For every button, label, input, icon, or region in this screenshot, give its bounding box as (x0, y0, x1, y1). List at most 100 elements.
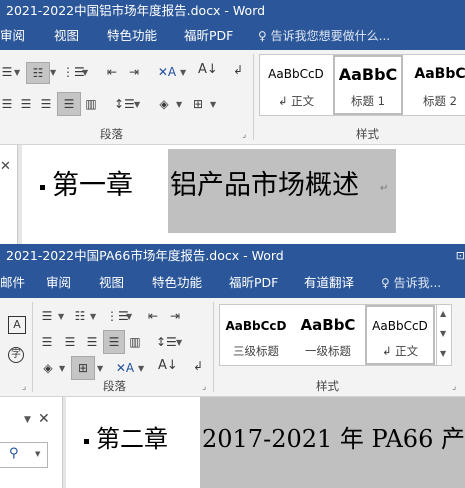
document-page[interactable]: 第一章 铝产品市场概述 ↵ (22, 145, 465, 244)
bullets-icon[interactable]: ☰ (39, 308, 55, 324)
align-right-icon[interactable]: ☰ (84, 334, 100, 350)
navigation-pane: ✕ (0, 145, 18, 244)
tab-youdao-translate[interactable]: 有道翻译 (304, 268, 354, 296)
style-normal[interactable]: AaBbCcD ↲ 正文 (260, 55, 332, 115)
style-level-3[interactable]: AaBbCcD 三级标题 (220, 305, 292, 365)
ribbon-tabs: 审阅 视图 特色功能 福昕PDF ♀ 告诉我您想要做什么... (0, 22, 465, 50)
chevron-down-icon[interactable]: ▼ (82, 68, 88, 77)
tab-view[interactable]: 视图 (54, 22, 79, 50)
style-normal[interactable]: AaBbCcD ↲ 正文 (365, 305, 435, 365)
show-marks-icon[interactable]: ↲ (190, 358, 206, 374)
tab-mailings[interactable]: 邮件 (0, 268, 25, 296)
ribbon-display-icon[interactable]: ⊡ (456, 244, 465, 268)
styles-gallery: AaBbCcD ↲ 正文 AaBbC 标题 1 AaBbC 标题 2 (259, 54, 465, 116)
tab-review[interactable]: 审阅 (46, 268, 71, 296)
chevron-down-icon[interactable]: ▼ (126, 312, 132, 321)
line-spacing-icon[interactable]: ↕☰ (114, 96, 135, 112)
paragraph-mark-icon: ↵ (380, 183, 389, 194)
chinese-layout-icon[interactable]: ✕A (156, 64, 178, 80)
search-icon[interactable]: ⚲ (9, 446, 19, 461)
chevron-down-icon[interactable]: ▼ (176, 100, 182, 109)
sort-icon[interactable]: A↓ (198, 62, 218, 78)
char-border-icon[interactable]: A (8, 316, 26, 334)
sort-icon[interactable]: A↓ (158, 358, 178, 374)
shading-icon[interactable]: ◈ (155, 96, 173, 112)
chevron-down-icon[interactable]: ▼ (90, 312, 96, 321)
distributed-icon[interactable]: ▥ (83, 96, 99, 112)
chevron-down-icon[interactable]: ▼ (35, 450, 40, 458)
heading-title: 铝产品市场概述 (170, 170, 359, 201)
chevron-down-icon[interactable]: ▼ (138, 364, 144, 373)
document-page[interactable]: 第二章 2017-2021 年 PA66 产 (66, 397, 465, 488)
title-bar: 2021-2022中国铝市场年度报告.docx - Word (0, 0, 465, 22)
numbering-icon[interactable]: ☷ (72, 308, 88, 324)
dialog-launcher-icon[interactable]: ⌟ (22, 382, 26, 392)
shading-icon[interactable]: ◈ (40, 360, 56, 376)
align-left-icon[interactable]: ☰ (0, 96, 14, 112)
ribbon: ☰ ▼ ☷ ▼ ⋮☰ ▼ ⇤ ⇥ ✕A ▼ A↓ ↲ ☰ ☰ ☰ ☰ ▥ ↕☰ … (0, 50, 465, 145)
close-icon[interactable]: ✕ (38, 411, 50, 427)
decrease-indent-icon[interactable]: ⇤ (103, 64, 121, 80)
enclose-char-icon[interactable]: 字 (8, 347, 24, 363)
align-center-icon[interactable]: ☰ (62, 334, 78, 350)
chevron-down-icon[interactable]: ▼ (180, 68, 186, 77)
increase-indent-icon[interactable]: ⇥ (125, 64, 143, 80)
tab-foxit-pdf[interactable]: 福昕PDF (184, 22, 233, 50)
chevron-up-icon[interactable]: ▲ (440, 309, 446, 318)
dialog-launcher-icon[interactable]: ⌟ (452, 382, 456, 392)
tab-review[interactable]: 审阅 (0, 22, 25, 50)
style-preview: AaBbCcD (372, 319, 428, 333)
bullets-icon[interactable]: ☰ (0, 64, 14, 80)
increase-indent-icon[interactable]: ⇥ (166, 308, 184, 324)
align-right-icon[interactable]: ☰ (38, 96, 54, 112)
justify-icon[interactable]: ☰ (57, 92, 81, 116)
style-heading-2[interactable]: AaBbC 标题 2 (404, 55, 465, 115)
close-icon[interactable]: ✕ (0, 159, 11, 174)
align-left-icon[interactable]: ☰ (39, 334, 55, 350)
title-bar: 2021-2022中国PA66市场年度报告.docx - Word ⊡ (0, 244, 465, 268)
justify-icon[interactable]: ☰ (103, 330, 125, 354)
tell-me-box[interactable]: ♀ 告诉我... (381, 268, 441, 296)
style-heading-1[interactable]: AaBbC 标题 1 (333, 55, 403, 115)
style-name: ↲ 正文 (367, 343, 433, 359)
nav-search-input[interactable]: ⚲ ▼ (0, 442, 48, 468)
tab-view[interactable]: 视图 (99, 268, 124, 296)
decrease-indent-icon[interactable]: ⇤ (144, 308, 162, 324)
align-center-icon[interactable]: ☰ (18, 96, 34, 112)
dialog-launcher-icon[interactable]: ⌟ (242, 130, 246, 140)
more-styles-icon[interactable]: ▼ (440, 349, 446, 358)
ribbon-tabs: 邮件 审阅 视图 特色功能 福昕PDF 有道翻译 ♀ 告诉我... (0, 268, 465, 298)
chevron-down-icon[interactable]: ▼ (59, 364, 65, 373)
chevron-down-icon[interactable]: ▼ (97, 364, 103, 373)
show-marks-icon[interactable]: ↲ (230, 62, 246, 78)
pane-options-icon[interactable]: ▼ (24, 415, 31, 425)
ribbon: A 字 ⌟ ☰ ▼ ☷ ▼ ⋮☰ ▼ ⇤ ⇥ ☰ ☰ ☰ ☰ ▥ ↕☰ ▼ ◈ … (0, 298, 465, 397)
line-spacing-icon[interactable]: ↕☰ (156, 334, 177, 350)
chinese-layout-icon[interactable]: ✕A (114, 360, 136, 376)
multilevel-list-icon[interactable]: ⋮☰ (62, 64, 85, 80)
chevron-down-icon[interactable]: ▼ (134, 100, 140, 109)
style-level-1[interactable]: AaBbC 一级标题 (292, 305, 364, 365)
heading-prefix: 第一章 (52, 170, 133, 201)
borders-icon[interactable]: ⊞ (190, 96, 206, 112)
tab-features[interactable]: 特色功能 (152, 268, 202, 296)
numbering-icon[interactable]: ☷ (26, 62, 50, 84)
navigation-pane: ▼ ✕ ⚲ ▼ (0, 397, 63, 488)
multilevel-list-icon[interactable]: ⋮☰ (106, 308, 129, 324)
borders-icon[interactable]: ⊞ (71, 356, 95, 380)
dialog-launcher-icon[interactable]: ⌟ (202, 382, 206, 392)
distributed-icon[interactable]: ▥ (127, 334, 143, 350)
chevron-down-icon[interactable]: ▼ (440, 329, 446, 338)
chevron-down-icon[interactable]: ▼ (176, 338, 182, 347)
chevron-down-icon[interactable]: ▼ (210, 100, 216, 109)
tell-me-box[interactable]: ♀ 告诉我您想要做什么... (258, 22, 390, 50)
heading-prefix: 第二章 (96, 425, 168, 453)
group-styles-label: 样式 (356, 127, 379, 141)
tab-features[interactable]: 特色功能 (107, 22, 157, 50)
chevron-down-icon[interactable]: ▼ (58, 312, 64, 321)
heading-title: 2017-2021 年 PA66 产 (202, 425, 465, 453)
chevron-down-icon[interactable]: ▼ (50, 68, 56, 77)
chevron-down-icon[interactable]: ▼ (14, 68, 20, 77)
tab-foxit-pdf[interactable]: 福昕PDF (229, 268, 278, 296)
group-separator (253, 54, 254, 140)
